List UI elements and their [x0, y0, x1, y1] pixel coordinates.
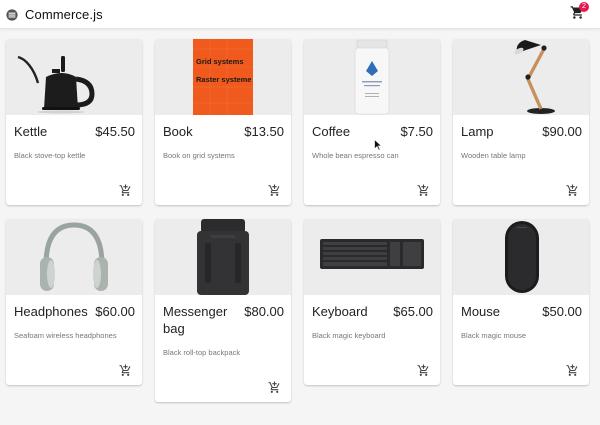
product-card-coffee: Coffee $7.50 Whole bean espresso can — [304, 39, 440, 205]
add-to-cart-button[interactable] — [417, 364, 431, 378]
product-name: Coffee — [312, 124, 351, 139]
cart-button[interactable]: 2 — [570, 2, 589, 23]
product-price: $80.00 — [244, 304, 284, 319]
product-card-lamp: Lamp $90.00 Wooden table lamp — [453, 39, 589, 205]
coffee-can-image — [304, 39, 440, 115]
product-name: Headphones — [14, 304, 88, 319]
product-name: Lamp — [461, 124, 494, 139]
headphones-image — [6, 219, 142, 295]
book-image: Grid systems Raster systeme — [155, 39, 291, 115]
add-shopping-cart-icon — [566, 184, 578, 196]
product-card-kettle: Kettle $45.50 Black stove-top kettle — [6, 39, 142, 205]
product-name: Keyboard — [312, 304, 368, 319]
keyboard-image — [304, 219, 440, 295]
product-price: $60.00 — [95, 304, 135, 319]
add-shopping-cart-icon — [119, 364, 131, 376]
product-card-book: Grid systems Raster systeme Book $13.50 … — [155, 39, 291, 205]
product-description: Black magic keyboard — [312, 331, 386, 340]
product-description: Black magic mouse — [461, 331, 527, 340]
add-to-cart-button[interactable] — [566, 184, 580, 198]
add-to-cart-button[interactable] — [268, 184, 282, 198]
product-price: $50.00 — [542, 304, 582, 319]
product-description: Wooden table lamp — [461, 151, 526, 160]
add-shopping-cart-icon — [268, 381, 280, 393]
add-shopping-cart-icon — [119, 184, 131, 196]
product-price: $65.00 — [393, 304, 433, 319]
brand[interactable]: Commerce.js — [6, 6, 103, 23]
product-price: $45.50 — [95, 124, 135, 139]
add-shopping-cart-icon — [417, 364, 429, 376]
product-description: Seafoam wireless headphones — [14, 331, 117, 340]
add-to-cart-button[interactable] — [268, 381, 282, 395]
product-card-mouse: Mouse $50.00 Black magic mouse — [453, 219, 589, 385]
add-shopping-cart-icon — [417, 184, 429, 196]
kettle-image — [6, 39, 142, 115]
product-card-headphones: Headphones $60.00 Seafoam wireless headp… — [6, 219, 142, 385]
add-to-cart-button[interactable] — [119, 184, 133, 198]
product-description: Black stove-top kettle — [14, 151, 86, 160]
commerce-logo-icon — [6, 8, 18, 21]
add-to-cart-button[interactable] — [417, 184, 431, 198]
product-card-messenger-bag: Messenger bag $80.00 Black roll-top back… — [155, 219, 291, 402]
add-to-cart-button[interactable] — [119, 364, 133, 378]
product-name: Kettle — [14, 124, 48, 139]
product-name: Messenger bag — [163, 304, 228, 336]
product-card-keyboard: Keyboard $65.00 Black magic keyboard — [304, 219, 440, 385]
product-price: $13.50 — [244, 124, 284, 139]
product-description: Whole bean espresso can — [312, 151, 399, 160]
app-title: Commerce.js — [25, 7, 103, 22]
product-description: Book on grid systems — [163, 151, 235, 160]
book-cover-title: Grid systems — [196, 57, 244, 66]
add-shopping-cart-icon — [268, 184, 280, 196]
product-price: $7.50 — [400, 124, 433, 139]
mouse-image — [453, 219, 589, 295]
product-name: Mouse — [461, 304, 501, 319]
product-name: Book — [163, 124, 193, 139]
cart-count-badge: 2 — [579, 2, 589, 12]
add-shopping-cart-icon — [566, 364, 578, 376]
product-price: $90.00 — [542, 124, 582, 139]
app-bar: Commerce.js 2 — [0, 0, 600, 29]
backpack-image — [155, 219, 291, 295]
mouse-pointer-icon — [374, 139, 382, 151]
book-cover-subtitle: Raster systeme — [196, 75, 251, 84]
lamp-image — [453, 39, 589, 115]
product-description: Black roll-top backpack — [163, 348, 241, 357]
add-to-cart-button[interactable] — [566, 364, 580, 378]
